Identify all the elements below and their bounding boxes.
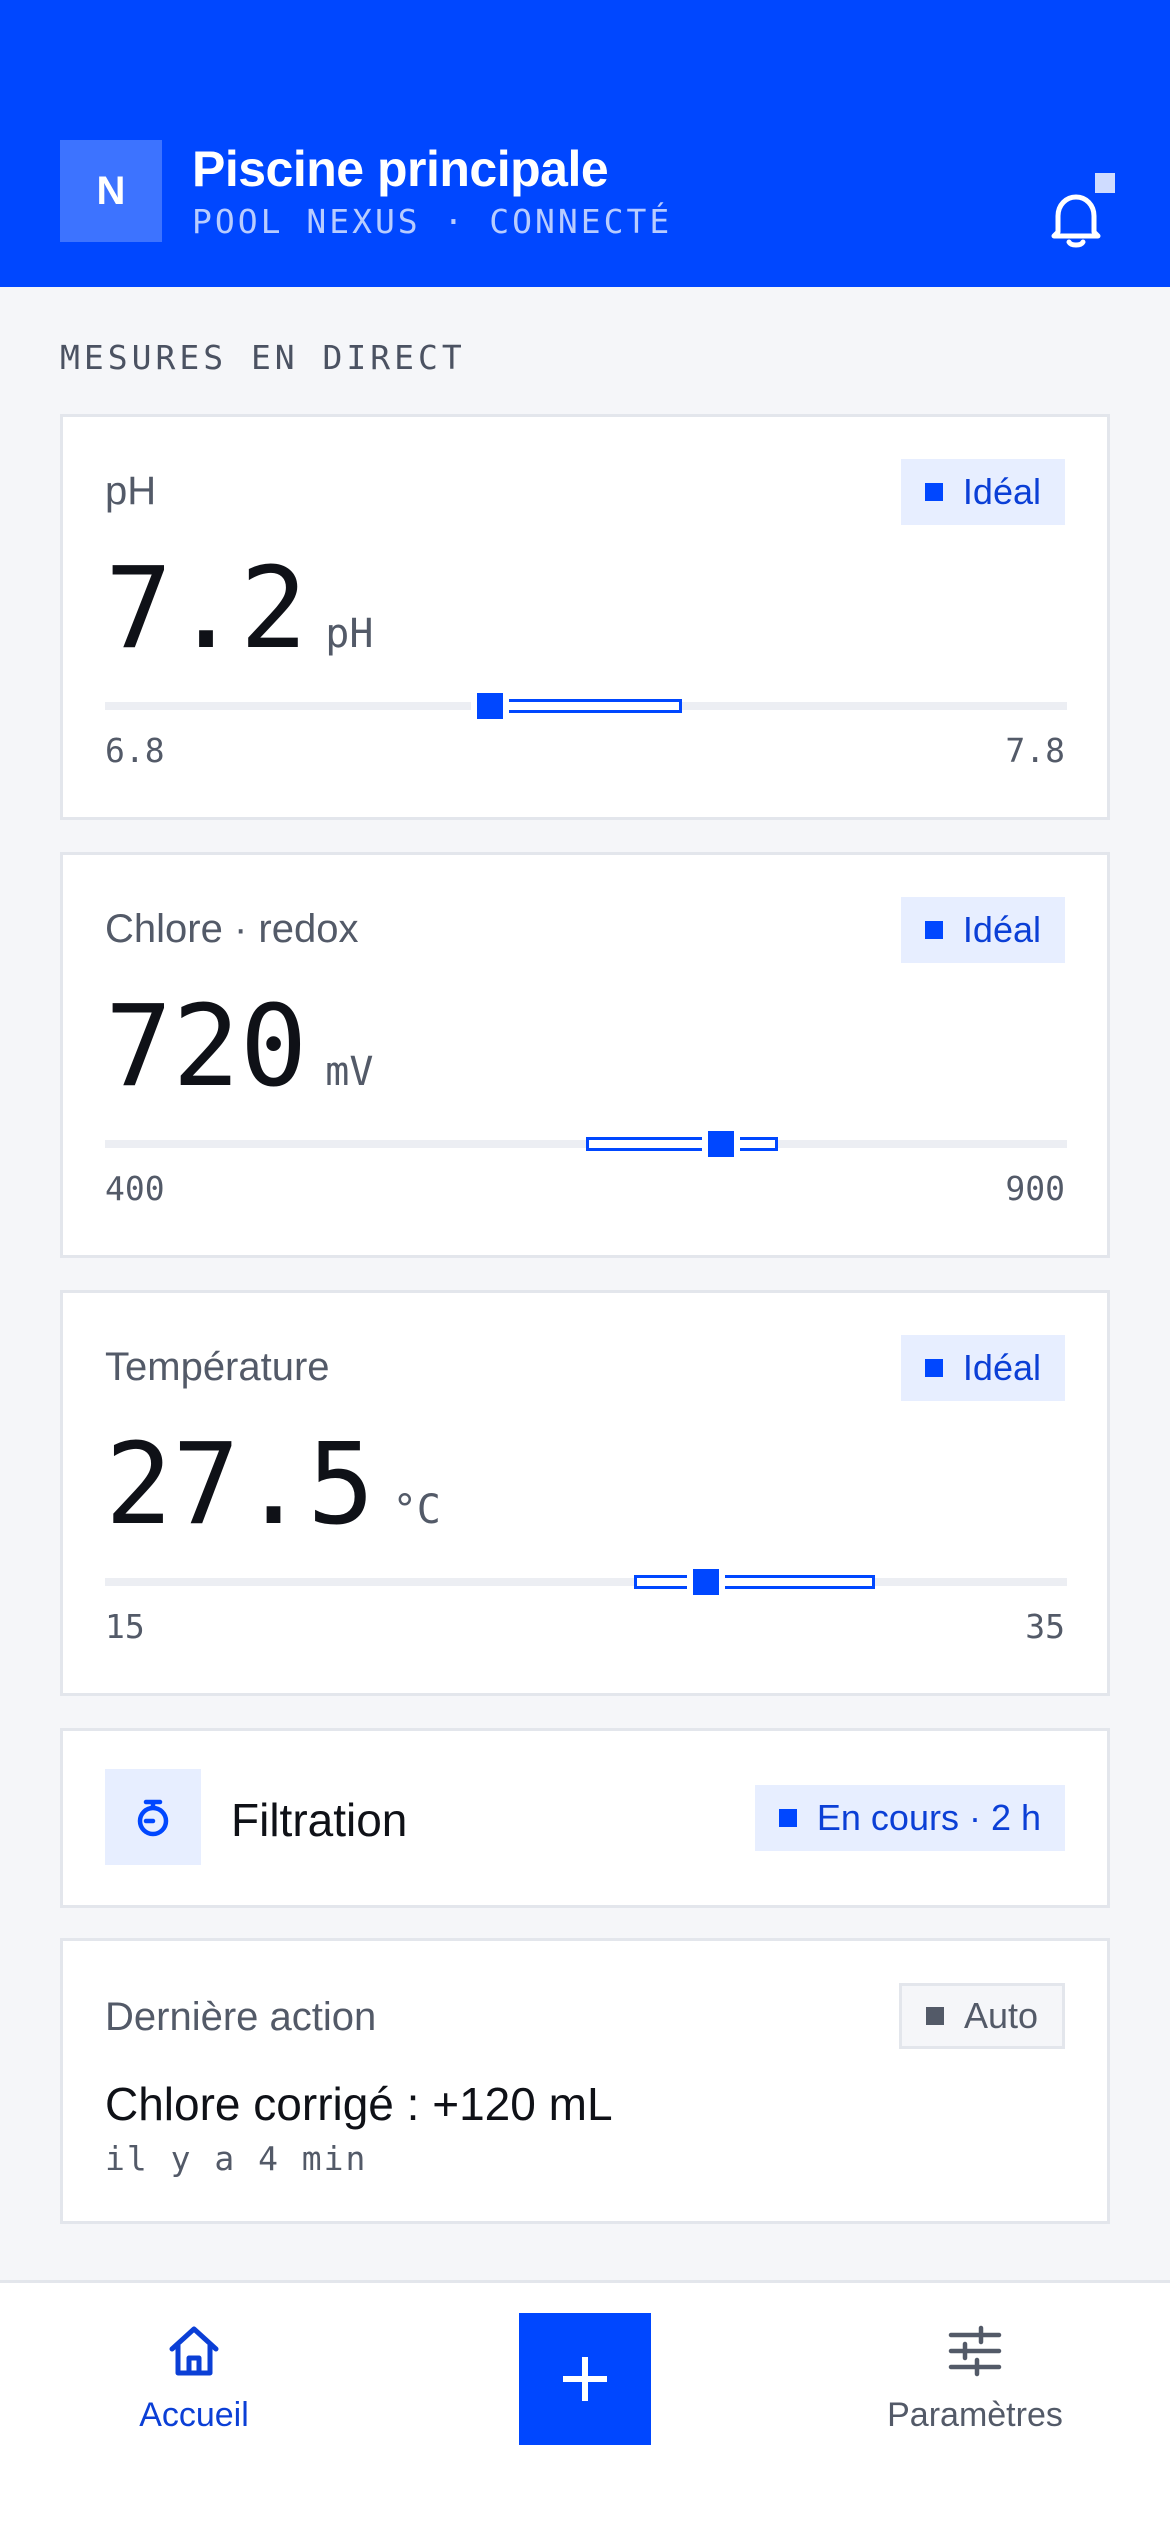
- metric-value: 720: [105, 982, 308, 1112]
- gauge-ideal-range: [634, 1575, 875, 1589]
- status-badge: Idéal: [900, 897, 1065, 963]
- auto-badge: Auto: [898, 1983, 1065, 2049]
- nav-home[interactable]: Accueil: [74, 2323, 314, 2435]
- section-label: MESURES EN DIRECT: [60, 338, 466, 377]
- gauge-ideal-range: [489, 699, 683, 713]
- nav-settings[interactable]: Paramètres: [855, 2323, 1095, 2435]
- gauge-min: 6.8: [105, 731, 165, 770]
- status-square-icon: [924, 1359, 943, 1377]
- metric-value: 27.5: [105, 1420, 375, 1550]
- metric-unit: pH: [325, 611, 374, 657]
- status-text: Idéal: [962, 471, 1041, 512]
- gauge-ideal-range: [586, 1137, 779, 1151]
- metric-value-row: 7.2 pH: [105, 553, 373, 665]
- metric-label: Température: [105, 1345, 330, 1389]
- connection-subtitle: POOL NEXUS · CONNECTÉ: [192, 202, 673, 241]
- metric-value-row: 720 mV: [105, 991, 373, 1103]
- metric-gauge: [105, 1131, 1067, 1157]
- filtration-status: En cours · 2 h: [816, 1797, 1041, 1838]
- bottom-nav: Accueil Paramètres: [0, 2280, 1170, 2532]
- add-button[interactable]: [519, 2313, 651, 2445]
- nav-settings-label: Paramètres: [887, 2396, 1063, 2434]
- last-action-text: Chlore corrigé : +120 mL: [105, 2078, 613, 2130]
- status-badge: Idéal: [900, 1335, 1065, 1401]
- nav-home-label: Accueil: [139, 2396, 249, 2434]
- metric-label: Chlore · redox: [105, 907, 359, 951]
- sliders-icon: [948, 2325, 1002, 2377]
- timer-icon: [105, 1769, 201, 1865]
- gauge-thumb: [693, 1569, 720, 1595]
- notification-dot: [1095, 173, 1115, 193]
- gauge-min: 400: [105, 1169, 165, 1208]
- gauge-track: [105, 1578, 1067, 1586]
- status-text: Idéal: [962, 909, 1041, 950]
- filtration-card[interactable]: Filtration En cours · 2 h: [60, 1728, 1110, 1908]
- metric-gauge: [105, 693, 1067, 719]
- status-text: Idéal: [962, 1347, 1041, 1388]
- status-square-icon: [924, 921, 943, 939]
- home-icon: [169, 2326, 219, 2376]
- metric-value-row: 27.5 °C: [105, 1429, 441, 1541]
- gauge-thumb: [707, 1131, 734, 1157]
- plus-icon: [563, 2357, 607, 2401]
- app-header: N Piscine principale POOL NEXUS · CONNEC…: [0, 0, 1170, 287]
- last-action-time: il y a 4 min: [105, 2139, 368, 2178]
- status-square-icon: [925, 2007, 944, 2025]
- metric-unit: °C: [392, 1487, 441, 1533]
- metric-value: 7.2: [105, 544, 308, 674]
- metric-card-ph[interactable]: pH Idéal 7.2 pH 6.8 7.8: [60, 414, 1110, 820]
- status-badge: Idéal: [900, 459, 1065, 525]
- metric-unit: mV: [325, 1049, 374, 1095]
- auto-badge-text: Auto: [963, 1995, 1038, 2036]
- gauge-max: 35: [1025, 1607, 1065, 1646]
- status-square-icon: [924, 483, 943, 501]
- gauge-max: 7.8: [1005, 731, 1065, 770]
- last-action-label: Dernière action: [105, 1995, 377, 2039]
- gauge-max: 900: [1005, 1169, 1065, 1208]
- last-action-card[interactable]: Dernière action Auto Chlore corrigé : +1…: [60, 1938, 1110, 2224]
- metric-card-chlorine[interactable]: Chlore · redox Idéal 720 mV 400 900: [60, 852, 1110, 1258]
- filtration-title: Filtration: [231, 1794, 408, 1846]
- gauge-thumb: [476, 693, 503, 719]
- metric-gauge: [105, 1569, 1067, 1595]
- filtration-status-badge: En cours · 2 h: [754, 1785, 1065, 1851]
- gauge-min: 15: [105, 1607, 145, 1646]
- status-square-icon: [778, 1809, 797, 1827]
- metric-label: pH: [105, 469, 157, 513]
- page-title: Piscine principale: [192, 141, 609, 197]
- metric-card-temperature[interactable]: Température Idéal 27.5 °C 15 35: [60, 1290, 1110, 1696]
- avatar[interactable]: N: [60, 140, 162, 242]
